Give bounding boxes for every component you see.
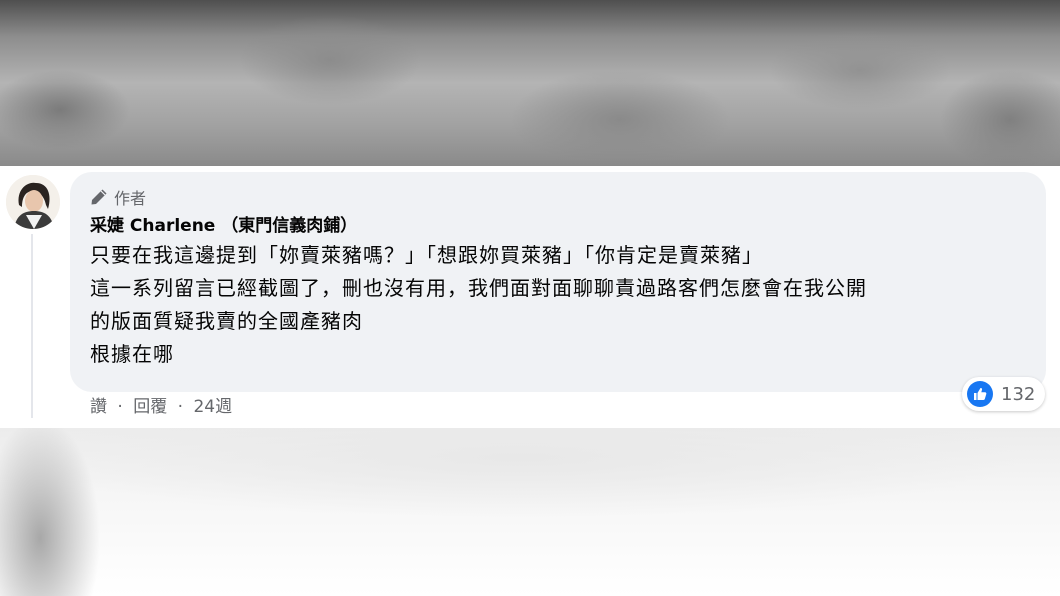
comment-line: 這一系列留言已經截圖了，刪也沒有用，我們面對面聊聊責過路客們怎麼會在我公開: [90, 276, 867, 300]
comment-line: 根據在哪: [90, 342, 174, 366]
blurred-background-bottom: [0, 428, 1060, 596]
reaction-summary[interactable]: 132: [962, 377, 1046, 411]
like-link[interactable]: 讚: [90, 395, 107, 419]
avatar[interactable]: [6, 175, 60, 229]
blurred-background-top: [0, 0, 1060, 166]
reaction-count: 132: [1001, 383, 1036, 405]
comment-actions: 讚 · 回覆 · 24週: [90, 395, 232, 419]
author-name[interactable]: 采婕 Charlene （東門信義肉鋪）: [90, 213, 1026, 239]
comment-line: 的版面質疑我賣的全國產豬肉: [90, 309, 363, 333]
thread-line: [31, 234, 33, 418]
thumbs-up-icon: [967, 381, 993, 407]
reply-link[interactable]: 回覆: [133, 395, 167, 419]
pencil-icon: [91, 189, 107, 205]
comment-panel: 作者 采婕 Charlene （東門信義肉鋪） 只要在我這邊提到「妳賣萊豬嗎？」…: [0, 166, 1060, 428]
comment-text: 只要在我這邊提到「妳賣萊豬嗎？」「想跟妳買萊豬」「你肯定是賣萊豬」 這一系列留言…: [90, 239, 1026, 371]
comment-bubble: 作者 采婕 Charlene （東門信義肉鋪） 只要在我這邊提到「妳賣萊豬嗎？」…: [70, 172, 1046, 392]
avatar-photo: [6, 175, 60, 229]
separator: ·: [117, 397, 123, 417]
author-badge: 作者: [90, 186, 1026, 208]
author-badge-label: 作者: [114, 189, 147, 208]
comment-line: 只要在我這邊提到「妳賣萊豬嗎？」「想跟妳買萊豬」「你肯定是賣萊豬」: [90, 243, 763, 267]
separator: ·: [177, 397, 184, 417]
timestamp[interactable]: 24週: [193, 395, 232, 419]
